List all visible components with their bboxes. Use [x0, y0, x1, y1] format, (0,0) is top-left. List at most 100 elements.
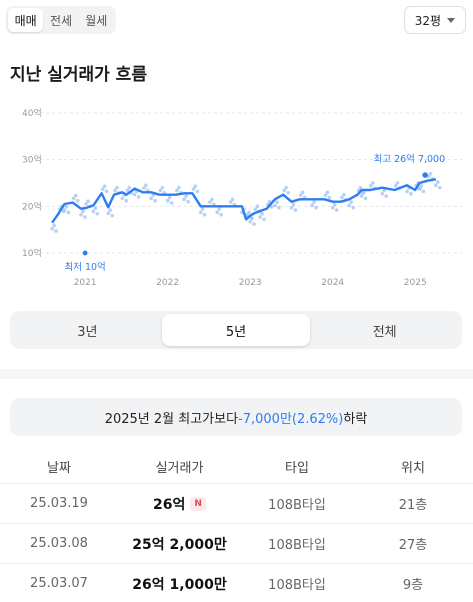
area-select-value: 32평	[414, 13, 441, 28]
row-price: 26억 1,000만	[118, 564, 241, 602]
trade-dot	[258, 215, 262, 219]
trade-dot	[132, 192, 137, 197]
trade-dot	[325, 190, 330, 195]
table-row[interactable]: 25.03.07 26억 1,000만 108B타입 9층	[0, 564, 473, 602]
trade-dot	[102, 184, 107, 189]
trade-dot	[120, 196, 125, 201]
y-tick-label: 10억	[22, 247, 42, 259]
x-tick-label: 2024	[321, 278, 344, 288]
trade-dot	[312, 200, 316, 204]
price-trend-chart: 10억 20억 30억 40억 2021 2022 2023 2024 2025 최고 26억 7…	[22, 107, 462, 288]
trade-dot	[332, 202, 337, 207]
trade-dot	[334, 208, 339, 212]
trade-dot	[177, 185, 181, 190]
trade-dot	[66, 210, 71, 215]
trade-dot	[436, 180, 440, 184]
trade-dot	[293, 208, 298, 212]
trade-dot	[144, 183, 148, 188]
row-type: 108B타입	[268, 498, 326, 513]
trade-dot	[327, 195, 332, 200]
trade-dot	[169, 201, 174, 205]
trade-dot	[289, 205, 294, 210]
trade-dot	[115, 185, 119, 190]
row-price-value: 26억 1,000만	[132, 576, 227, 593]
banner-prefix: 2025년 2월 최고가보다	[104, 411, 239, 427]
min-label: 최저 10억	[64, 261, 105, 273]
max-label: 최고 26억 7,000	[374, 153, 446, 165]
trade-dot	[405, 189, 409, 194]
trade-dot	[62, 208, 67, 212]
trade-dot	[262, 217, 266, 222]
trade-dot	[247, 210, 251, 215]
trade-dot	[200, 207, 205, 211]
trade-dot	[136, 195, 141, 199]
trade-dot	[363, 196, 368, 201]
trade-dot	[260, 212, 264, 216]
period-tabs: 3년 5년 전체	[10, 311, 462, 349]
trade-dot	[248, 219, 252, 224]
trade-dot	[255, 204, 260, 209]
x-tick-label: 2023	[239, 278, 262, 288]
tab-monthly[interactable]: 월세	[79, 8, 114, 32]
trade-dot	[380, 191, 385, 196]
trade-dot	[153, 198, 157, 203]
trade-dot	[347, 203, 352, 208]
trade-dot	[167, 195, 172, 200]
chevron-down-icon	[447, 17, 455, 23]
tab-5y[interactable]: 5년	[161, 314, 311, 346]
trade-dot	[193, 184, 198, 189]
trade-dot	[349, 200, 354, 204]
trade-dot	[149, 196, 153, 201]
trade-dot	[106, 211, 111, 216]
header-type: 타입	[285, 461, 309, 476]
trade-dot	[359, 194, 364, 198]
trade-dot	[252, 222, 256, 226]
trade-dot	[284, 185, 288, 190]
section-divider	[0, 369, 473, 379]
y-tick-label: 40억	[22, 107, 42, 119]
x-tick-label: 2021	[74, 278, 97, 288]
trade-dot	[79, 212, 83, 217]
trend-line	[51, 178, 437, 224]
trade-dot	[104, 189, 109, 194]
trade-dot	[95, 212, 100, 216]
x-tick-label: 2022	[156, 278, 179, 288]
section-title: 지난 실거래가 흐름	[10, 65, 147, 85]
trade-dot	[371, 181, 375, 185]
trade-dot	[351, 205, 355, 210]
trade-dot	[428, 171, 433, 176]
y-tick-label: 20억	[22, 200, 42, 212]
tab-3y[interactable]: 3년	[13, 314, 162, 346]
tab-jeonse[interactable]: 전세	[43, 8, 78, 32]
trade-dot	[219, 212, 223, 217]
trade-dot	[73, 193, 78, 198]
row-price: 26억 N	[118, 484, 241, 523]
area-select[interactable]: 32평	[403, 6, 466, 34]
trade-dot	[186, 199, 190, 204]
trade-dot	[314, 205, 318, 210]
trade-dot	[50, 226, 54, 231]
trade-dot	[64, 205, 69, 209]
table-row[interactable]: 25.03.19 26억 N 108B타입 21층	[0, 484, 473, 524]
trade-dot	[230, 197, 235, 202]
tab-all[interactable]: 전체	[310, 314, 459, 346]
trade-dot	[286, 191, 290, 195]
trade-dot	[409, 191, 413, 196]
trade-dot	[75, 198, 80, 203]
header-price: 실거래가	[155, 461, 204, 476]
y-tick-label: 30억	[22, 154, 42, 166]
new-badge: N	[190, 496, 206, 511]
min-point	[82, 250, 88, 256]
row-type: 108B타입	[268, 538, 326, 553]
trade-dot	[434, 183, 438, 188]
table-row[interactable]: 25.03.08 25억 2,000만 108B타입 27층	[0, 524, 473, 564]
trade-dot	[300, 190, 305, 195]
row-floor: 21층	[398, 498, 428, 513]
trade-dot	[277, 205, 281, 210]
trade-dot	[124, 198, 129, 203]
row-date: 25.03.08	[30, 536, 88, 551]
tab-sale[interactable]: 매매	[8, 8, 44, 32]
trade-dot	[110, 213, 115, 218]
trade-dot	[215, 210, 219, 215]
trade-dot	[86, 199, 90, 203]
